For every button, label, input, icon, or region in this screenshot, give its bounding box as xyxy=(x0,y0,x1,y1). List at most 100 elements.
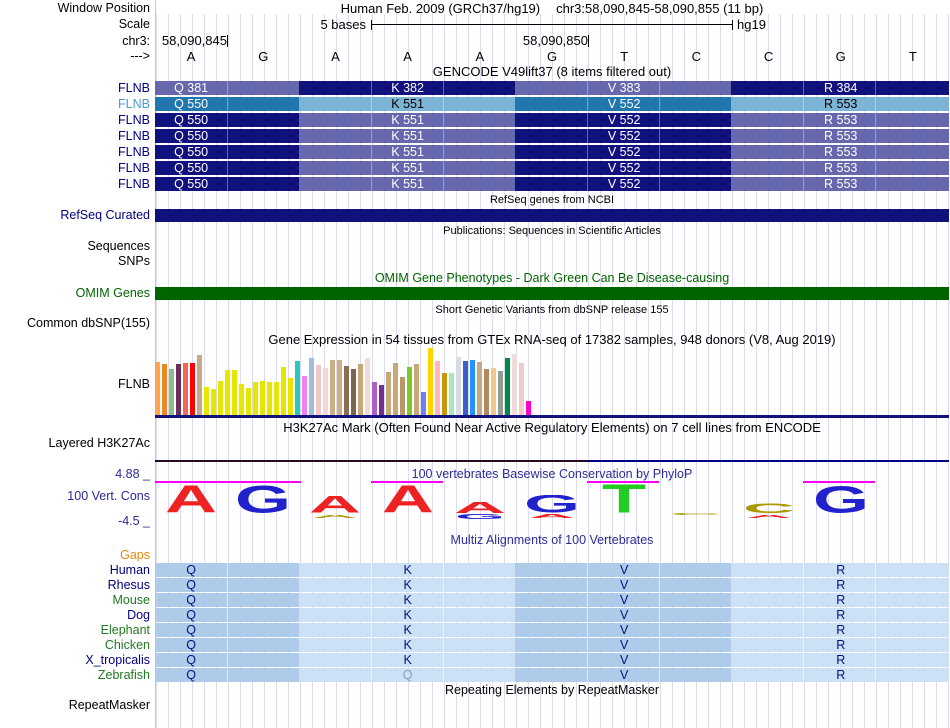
omim-genes-label[interactable]: OMIM Genes xyxy=(0,285,150,301)
align-row[interactable]: QKVR xyxy=(155,608,949,622)
gtex-tissue-bar[interactable] xyxy=(197,355,202,415)
gtex-tissue-bar[interactable] xyxy=(309,358,314,415)
gaps-label[interactable]: Gaps xyxy=(0,547,150,563)
gtex-tissue-bar[interactable] xyxy=(463,361,468,415)
gtex-tissue-bar[interactable] xyxy=(232,370,237,415)
gtex-tissue-bar[interactable] xyxy=(428,348,433,415)
align-species-label[interactable]: Rhesus xyxy=(0,577,150,593)
gtex-tissue-bar[interactable] xyxy=(288,378,293,415)
gtex-tissue-bar[interactable] xyxy=(414,364,419,415)
gtex-tissue-bar[interactable] xyxy=(225,370,230,415)
align-row[interactable]: QKVR xyxy=(155,623,949,637)
publications-track-title[interactable]: Publications: Sequences in Scientific Ar… xyxy=(155,223,949,239)
align-species-label[interactable]: Mouse xyxy=(0,592,150,608)
gencode-item-label[interactable]: FLNB xyxy=(0,176,150,192)
gtex-tissue-bar[interactable] xyxy=(267,382,272,415)
gtex-tissue-bar[interactable] xyxy=(505,358,510,415)
snps-label[interactable]: SNPs xyxy=(0,253,150,269)
gtex-tissue-bar[interactable] xyxy=(526,401,531,415)
gtex-tissue-bar[interactable] xyxy=(477,362,482,415)
refseq-track-title[interactable]: RefSeq genes from NCBI xyxy=(155,192,949,208)
align-species-label[interactable]: Zebrafish xyxy=(0,667,150,683)
align-species-label[interactable]: Elephant xyxy=(0,622,150,638)
align-row[interactable]: QQVR xyxy=(155,668,949,682)
gtex-tissue-bar[interactable] xyxy=(190,363,195,415)
gtex-tissue-bar[interactable] xyxy=(456,357,461,415)
gencode-item-row[interactable]: Q 550 K 551 V 552 R 553 xyxy=(155,113,949,127)
gtex-tissue-bar[interactable] xyxy=(176,364,181,415)
gtex-tissue-bar[interactable] xyxy=(281,367,286,415)
gtex-tissue-bar[interactable] xyxy=(344,366,349,415)
gencode-item-row[interactable]: Q 550 K 551 V 552 R 553 xyxy=(155,129,949,143)
gtex-tissue-bar[interactable] xyxy=(323,368,328,415)
align-species-label[interactable]: X_tropicalis xyxy=(0,652,150,668)
repeatmasker-track-title[interactable]: Repeating Elements by RepeatMasker xyxy=(155,682,949,698)
gtex-tissue-bar[interactable] xyxy=(330,360,335,415)
gencode-item-row[interactable]: Q 550 K 551 V 552 R 553 xyxy=(155,145,949,159)
gtex-gene-label[interactable]: FLNB xyxy=(0,376,150,392)
gencode-item-label[interactable]: FLNB xyxy=(0,96,150,112)
gencode-item-label[interactable]: FLNB xyxy=(0,128,150,144)
align-row[interactable]: QKVR xyxy=(155,563,949,577)
gtex-tissue-bar[interactable] xyxy=(407,367,412,415)
omim-track-title[interactable]: OMIM Gene Phenotypes - Dark Green Can Be… xyxy=(155,270,949,286)
gtex-tissue-bar[interactable] xyxy=(498,371,503,415)
gtex-tissue-bar[interactable] xyxy=(386,372,391,415)
gencode-item-row[interactable]: Q 550 K 551 V 552 R 553 xyxy=(155,177,949,191)
gtex-tissue-bar[interactable] xyxy=(400,377,405,415)
dbsnp-track-title[interactable]: Short Genetic Variants from dbSNP releas… xyxy=(155,302,949,318)
phylop-track-label[interactable]: 100 Vert. Cons xyxy=(0,488,150,504)
gtex-tissue-bar[interactable] xyxy=(512,354,517,415)
gtex-tissue-bar[interactable] xyxy=(393,363,398,415)
align-row[interactable]: QKVR xyxy=(155,593,949,607)
align-row[interactable]: QKVR xyxy=(155,638,949,652)
gtex-tissue-bar[interactable] xyxy=(379,385,384,415)
gtex-tissue-bar[interactable] xyxy=(372,382,377,415)
multiz-track-title[interactable]: Multiz Alignments of 100 Vertebrates xyxy=(155,532,949,548)
gtex-tissue-bar[interactable] xyxy=(351,369,356,415)
h3k27ac-track-title[interactable]: H3K27Ac Mark (Often Found Near Active Re… xyxy=(155,420,949,436)
gtex-tissue-bar[interactable] xyxy=(239,384,244,415)
gtex-tissue-bar[interactable] xyxy=(302,376,307,415)
gtex-tissue-bar[interactable] xyxy=(519,363,524,415)
repeatmasker-label[interactable]: RepeatMasker xyxy=(0,697,150,713)
gtex-tissue-bar[interactable] xyxy=(155,362,160,415)
align-species-label[interactable]: Dog xyxy=(0,607,150,623)
strand-arrow-label[interactable]: ---> xyxy=(0,48,150,64)
gtex-tissue-bar[interactable] xyxy=(449,373,454,415)
gtex-tissue-bar[interactable] xyxy=(491,368,496,415)
gtex-tissue-bar[interactable] xyxy=(169,369,174,415)
gtex-tissue-bar[interactable] xyxy=(421,392,426,415)
gencode-item-row[interactable]: Q 550 K 551 V 552 R 553 xyxy=(155,97,949,111)
gtex-tissue-bar[interactable] xyxy=(316,365,321,415)
gtex-tissue-bar[interactable] xyxy=(218,381,223,415)
sequences-label[interactable]: Sequences xyxy=(0,238,150,254)
gtex-tissue-bar[interactable] xyxy=(365,358,370,415)
align-row[interactable]: QKVR xyxy=(155,653,949,667)
gencode-item-label[interactable]: FLNB xyxy=(0,144,150,160)
align-species-label[interactable]: Human xyxy=(0,562,150,578)
phylop-track-title[interactable]: 100 vertebrates Basewise Conservation by… xyxy=(155,466,949,482)
gtex-tissue-bar[interactable] xyxy=(204,387,209,415)
gtex-track-title[interactable]: Gene Expression in 54 tissues from GTEx … xyxy=(155,332,949,348)
gtex-tissue-bar[interactable] xyxy=(260,381,265,415)
align-species-label[interactable]: Chicken xyxy=(0,637,150,653)
gtex-tissue-bar[interactable] xyxy=(337,360,342,415)
omim-gene-bar[interactable] xyxy=(155,287,949,300)
refseq-gene-bar[interactable] xyxy=(155,209,949,222)
gencode-item-label[interactable]: FLNB xyxy=(0,80,150,96)
refseq-curated-label[interactable]: RefSeq Curated xyxy=(0,207,150,223)
gtex-tissue-bar[interactable] xyxy=(442,373,447,415)
gtex-tissue-bar[interactable] xyxy=(274,382,279,415)
gencode-item-label[interactable]: FLNB xyxy=(0,160,150,176)
gtex-tissue-bar[interactable] xyxy=(162,364,167,415)
gtex-tissue-bar[interactable] xyxy=(253,382,258,415)
gtex-tissue-bar[interactable] xyxy=(470,360,475,415)
align-row[interactable]: QKVR xyxy=(155,578,949,592)
gtex-tissue-bar[interactable] xyxy=(183,363,188,415)
gtex-tissue-bar[interactable] xyxy=(295,361,300,415)
gencode-item-label[interactable]: FLNB xyxy=(0,112,150,128)
gtex-tissue-bar[interactable] xyxy=(358,364,363,415)
gencode-item-row[interactable]: Q 381 K 382 V 383 R 384 xyxy=(155,81,949,95)
gtex-tissue-bar[interactable] xyxy=(484,369,489,415)
